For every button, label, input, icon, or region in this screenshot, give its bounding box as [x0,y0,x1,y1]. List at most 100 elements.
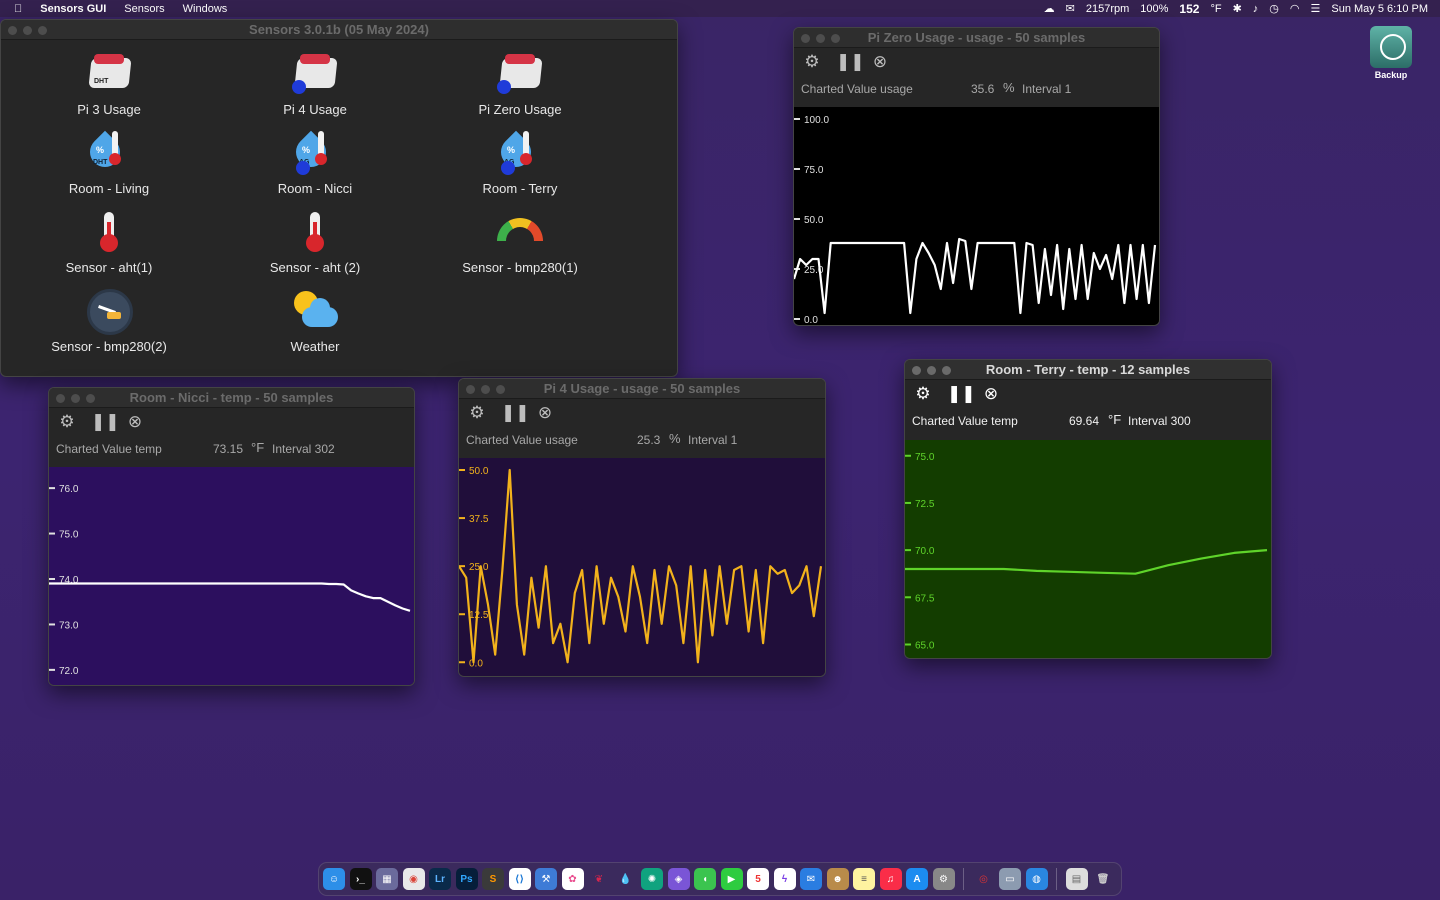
tile-sensor-aht1[interactable]: Sensor - aht(1) [19,208,199,275]
sensors-main-window: Sensors 3.0.1b (05 May 2024) DHT Pi 3 Us… [0,19,678,377]
lightroom-icon[interactable]: Lr [429,868,451,890]
desktop-backup-drive[interactable]: Backup [1364,26,1418,80]
music-icon[interactable]: ♫ [879,868,902,890]
mail-app-icon[interactable]: ✉ [800,868,822,890]
close-circle-icon[interactable]: ⊗ [125,412,145,432]
control-center-icon[interactable]: ☰ [1311,2,1321,15]
mail-icon[interactable]: ✉ [1066,2,1075,15]
terminal-icon[interactable]: ›_ [349,868,372,890]
apple-icon[interactable]:  [14,3,22,15]
sensors-app-icon[interactable]: 💧 [615,868,637,890]
menu-windows[interactable]: Windows [183,3,228,15]
close-window-button[interactable] [801,34,810,43]
charted-unit: % [1003,80,1015,95]
vscode-icon[interactable]: ⟨⟩ [508,868,531,890]
fan-speed-status[interactable]: 2157rpm [1086,3,1129,15]
close-circle-icon[interactable]: ⊗ [870,52,890,72]
chart-window-titlebar[interactable]: Pi 4 Usage - usage - 50 samples [459,379,825,399]
chart-window-titlebar[interactable]: Room - Terry - temp - 12 samples [905,360,1271,380]
tile-pizero-usage[interactable]: Pi Zero Usage [430,50,610,117]
minimize-window-button[interactable] [816,34,825,43]
messages-icon[interactable]: ◖ [694,868,716,890]
minimize-window-button[interactable] [927,366,936,375]
close-window-button[interactable] [466,385,475,394]
charted-value-label: Charted Value temp [912,414,1018,428]
contacts-icon[interactable]: ☻ [826,868,849,890]
menu-app-name[interactable]: Sensors GUI [40,3,106,15]
tile-room-nicci[interactable]: %AG Room - Nicci [225,129,405,196]
zoom-window-button[interactable] [942,366,951,375]
minimize-window-button[interactable] [23,26,32,35]
tile-pi3-usage[interactable]: DHT Pi 3 Usage [19,50,199,117]
trash-icon[interactable]: 🗑 [1092,868,1114,890]
preview-icon[interactable]: ▭ [999,868,1021,890]
sublime-icon[interactable]: S [482,868,504,890]
calendar-icon[interactable]: 5 [747,868,769,890]
system-settings-icon[interactable]: ⚙ [932,868,955,890]
minimize-window-button[interactable] [71,394,80,403]
pause-icon[interactable]: ❚❚ [91,412,120,432]
photoshop-icon[interactable]: Ps [455,868,478,890]
wifi-icon[interactable]: ◠ [1290,2,1300,15]
close-window-button[interactable] [56,394,65,403]
terry-plot: 75.0 72.5 70.0 67.5 65.0 [905,440,1271,658]
finder-icon[interactable]: ☺ [323,868,345,890]
close-circle-icon[interactable]: ⊗ [535,403,555,423]
minimize-window-button[interactable] [481,385,490,394]
close-circle-icon[interactable]: ⊗ [981,384,1001,404]
charted-unit: °F [251,440,265,455]
gear-icon[interactable]: ⚙ [467,403,487,423]
tile-room-living[interactable]: % DHT Room - Living [19,129,199,196]
documents-folder-icon[interactable]: ▤ [1065,868,1088,890]
xcode-icon[interactable]: ⚒ [535,868,557,890]
app-store-icon[interactable]: A [906,868,928,890]
tile-sensor-bmp280-2[interactable]: Sensor - bmp280(2) [19,287,199,354]
facetime-icon[interactable]: ▶ [720,868,743,890]
cloud-sync-icon[interactable]: ☁ [1044,2,1055,15]
chart-window-title: Room - Nicci - temp - 50 samples [129,390,334,405]
cpu-temp-status[interactable]: 152 [1179,2,1199,16]
gear-icon[interactable]: ⚙ [913,384,933,404]
close-window-button[interactable] [8,26,17,35]
gear-icon[interactable]: ⚙ [802,52,822,72]
time-machine-icon[interactable]: ◷ [1269,2,1279,15]
pause-icon[interactable]: ❚❚ [501,403,530,423]
y-tick-label: 50.0 [804,215,824,226]
tile-sensor-bmp280-1[interactable]: Sensor - bmp280(1) [430,208,610,275]
gear-icon[interactable]: ⚙ [57,412,77,432]
activity-monitor-icon[interactable]: ◎ [973,868,995,890]
safari-icon[interactable]: ◍ [1025,868,1048,890]
menu-clock[interactable]: Sun May 5 6:10 PM [1331,3,1428,15]
tile-pi4-usage[interactable]: Pi 4 Usage [225,50,405,117]
close-window-button[interactable] [912,366,921,375]
launchpad-icon[interactable]: ▦ [376,868,398,890]
chrome-icon[interactable]: ◉ [402,868,425,890]
chart-window-titlebar[interactable]: Pi Zero Usage - usage - 50 samples [794,28,1159,48]
y-tick-label: 0.0 [469,658,483,669]
chart-window-titlebar[interactable]: Room - Nicci - temp - 50 samples [49,388,414,408]
plot-background [794,107,1159,325]
main-window-titlebar[interactable]: Sensors 3.0.1b (05 May 2024) [1,20,677,40]
bluetooth-icon[interactable]: ✱ [1233,2,1242,15]
y-tick-label: 75.0 [804,165,824,176]
tile-weather[interactable]: Weather [225,287,405,354]
zoom-window-button[interactable] [831,34,840,43]
tile-room-terry[interactable]: %AG Room - Terry [430,129,610,196]
raspberry-pi-imager-icon[interactable]: ❦ [588,868,610,890]
zoom-window-button[interactable] [38,26,47,35]
pause-icon[interactable]: ❚❚ [947,384,976,404]
proton-icon[interactable]: ◈ [667,868,690,890]
chatgpt-icon[interactable]: ✺ [641,868,663,890]
pause-icon[interactable]: ❚❚ [836,52,865,72]
volume-icon[interactable]: ♪ [1253,3,1259,15]
photos-icon[interactable]: ✿ [561,868,584,890]
messenger-icon[interactable]: ϟ [773,868,796,890]
battery-status[interactable]: 100% [1140,3,1168,15]
menu-sensors[interactable]: Sensors [124,3,164,15]
charted-unit: % [669,431,681,446]
tile-sensor-aht2[interactable]: Sensor - aht (2) [225,208,405,275]
zoom-window-button[interactable] [86,394,95,403]
notes-icon[interactable]: ≡ [853,868,875,890]
interval-label: Interval 1 [1022,82,1072,96]
zoom-window-button[interactable] [496,385,505,394]
